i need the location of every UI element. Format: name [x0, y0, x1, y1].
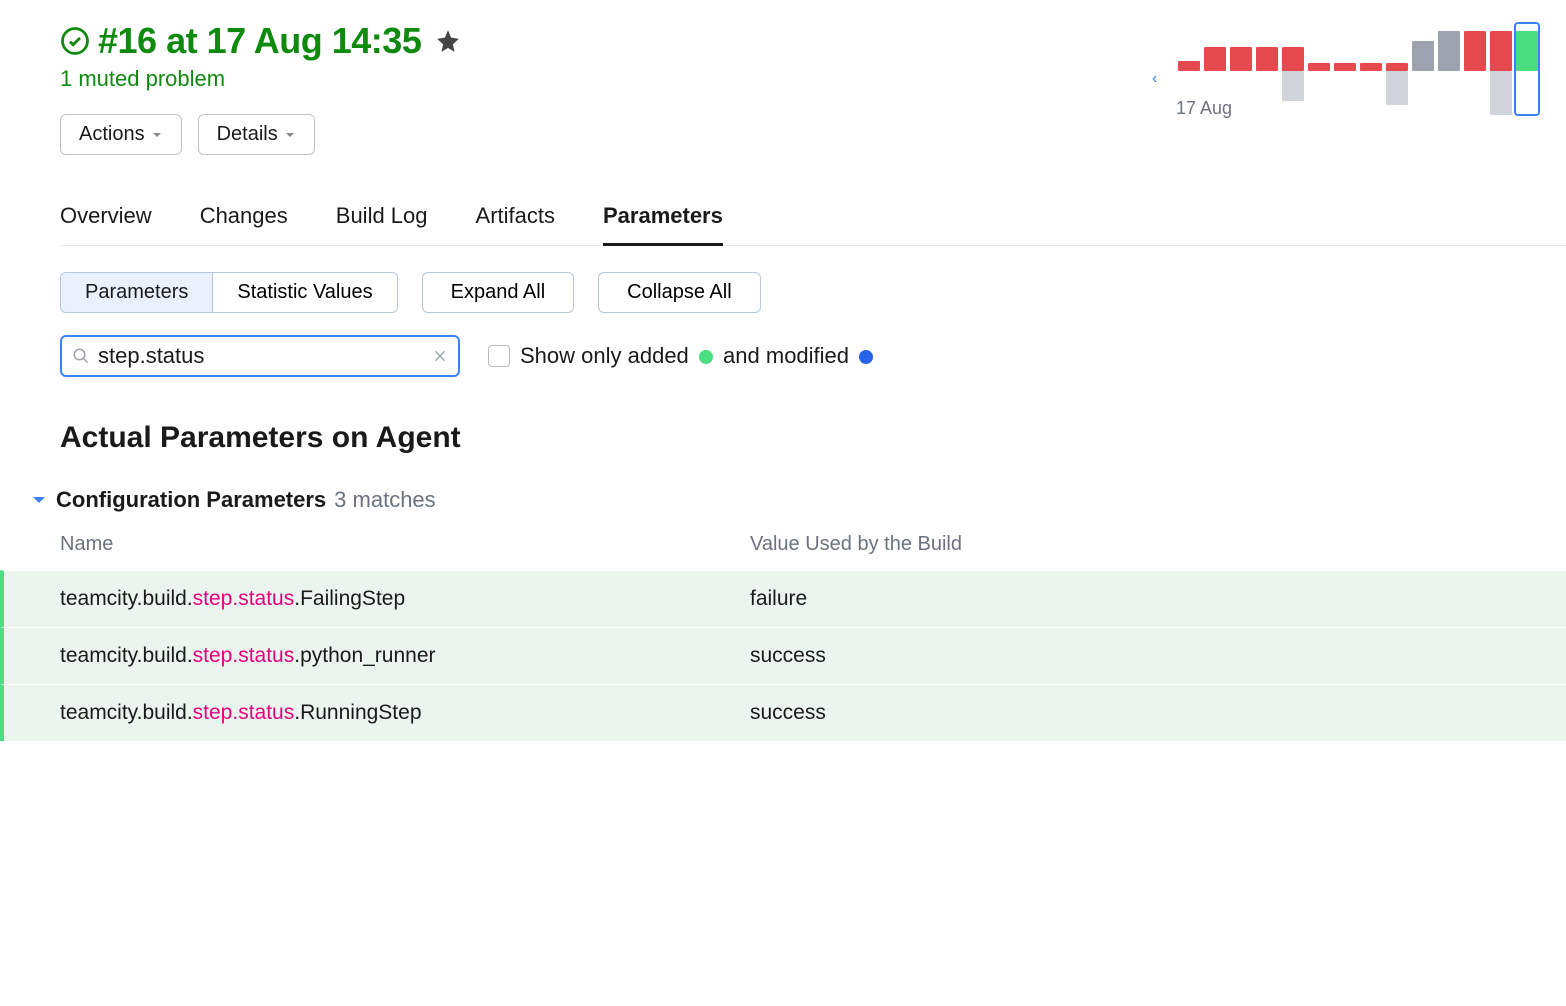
- success-check-icon: [60, 26, 90, 56]
- collapse-all-button[interactable]: Collapse All: [598, 272, 761, 313]
- statistic-mode-button[interactable]: Statistic Values: [212, 273, 396, 312]
- param-value: success: [750, 644, 1566, 668]
- param-mode-toggle: Parameters Statistic Values: [60, 272, 398, 313]
- param-name: teamcity.build.step.status.python_runner: [60, 644, 750, 668]
- config-params-group-header[interactable]: Configuration Parameters 3 matches: [30, 487, 1566, 513]
- modified-dot-icon: [859, 350, 873, 364]
- tab-changes[interactable]: Changes: [200, 203, 288, 245]
- col-header-value: Value Used by the Build: [750, 533, 1566, 556]
- col-header-name: Name: [60, 533, 750, 556]
- details-label: Details: [217, 123, 278, 146]
- clear-search-icon[interactable]: [432, 348, 448, 364]
- chevron-down-icon: [151, 129, 163, 141]
- param-value: success: [750, 701, 1566, 725]
- chart-bar[interactable]: [1254, 26, 1280, 116]
- tab-build-log[interactable]: Build Log: [336, 203, 428, 245]
- favorite-star-icon[interactable]: [435, 28, 461, 54]
- filter-label-modified: and modified: [723, 343, 849, 368]
- build-tabs: Overview Changes Build Log Artifacts Paramet…: [60, 203, 1566, 246]
- chart-bar[interactable]: [1176, 26, 1202, 116]
- chart-bar[interactable]: [1228, 26, 1254, 116]
- expand-all-button[interactable]: Expand All: [422, 272, 575, 313]
- chart-bar[interactable]: [1332, 26, 1358, 116]
- chart-bar[interactable]: [1384, 26, 1410, 116]
- params-table-header: Name Value Used by the Build: [60, 533, 1566, 570]
- group-match-count: 3 matches: [334, 487, 436, 513]
- muted-problem-link[interactable]: 1 muted problem: [60, 66, 1166, 92]
- build-title: #16 at 17 Aug 14:35: [98, 20, 421, 62]
- param-value: failure: [750, 587, 1566, 611]
- chart-bar[interactable]: [1436, 26, 1462, 116]
- search-icon: [72, 347, 90, 365]
- param-row[interactable]: teamcity.build.step.status.FailingStepfa…: [0, 570, 1566, 627]
- chart-bar[interactable]: [1358, 26, 1384, 116]
- chart-prev-icon[interactable]: ‹: [1152, 70, 1157, 88]
- chart-bar[interactable]: [1202, 26, 1228, 116]
- checkbox-icon[interactable]: [488, 345, 510, 367]
- search-input[interactable]: [98, 343, 424, 369]
- chart-bar[interactable]: [1280, 26, 1306, 116]
- parameters-mode-button[interactable]: Parameters: [61, 273, 212, 312]
- build-history-chart[interactable]: ‹ 17 Aug: [1166, 20, 1566, 119]
- section-title: Actual Parameters on Agent: [60, 421, 1566, 455]
- chart-bar[interactable]: [1488, 26, 1514, 116]
- chart-bar[interactable]: [1306, 26, 1332, 116]
- actions-dropdown[interactable]: Actions: [60, 114, 182, 155]
- param-name: teamcity.build.step.status.FailingStep: [60, 587, 750, 611]
- parameter-search-box[interactable]: [60, 335, 460, 377]
- tab-artifacts[interactable]: Artifacts: [476, 203, 555, 245]
- chevron-down-icon: [284, 129, 296, 141]
- tab-parameters[interactable]: Parameters: [603, 203, 723, 246]
- chart-bar[interactable]: [1514, 26, 1540, 116]
- param-row[interactable]: teamcity.build.step.status.python_runner…: [0, 627, 1566, 684]
- filter-label-added: Show only added: [520, 343, 689, 368]
- added-dot-icon: [699, 350, 713, 364]
- chart-bar[interactable]: [1462, 26, 1488, 116]
- param-name: teamcity.build.step.status.RunningStep: [60, 701, 750, 725]
- show-only-added-filter[interactable]: Show only added and modified: [488, 343, 873, 369]
- param-row[interactable]: teamcity.build.step.status.RunningStepsu…: [0, 684, 1566, 741]
- chart-bar[interactable]: [1410, 26, 1436, 116]
- chevron-down-icon: [30, 491, 48, 509]
- details-dropdown[interactable]: Details: [198, 114, 315, 155]
- tab-overview[interactable]: Overview: [60, 203, 152, 245]
- actions-label: Actions: [79, 123, 145, 146]
- group-title: Configuration Parameters: [56, 487, 326, 513]
